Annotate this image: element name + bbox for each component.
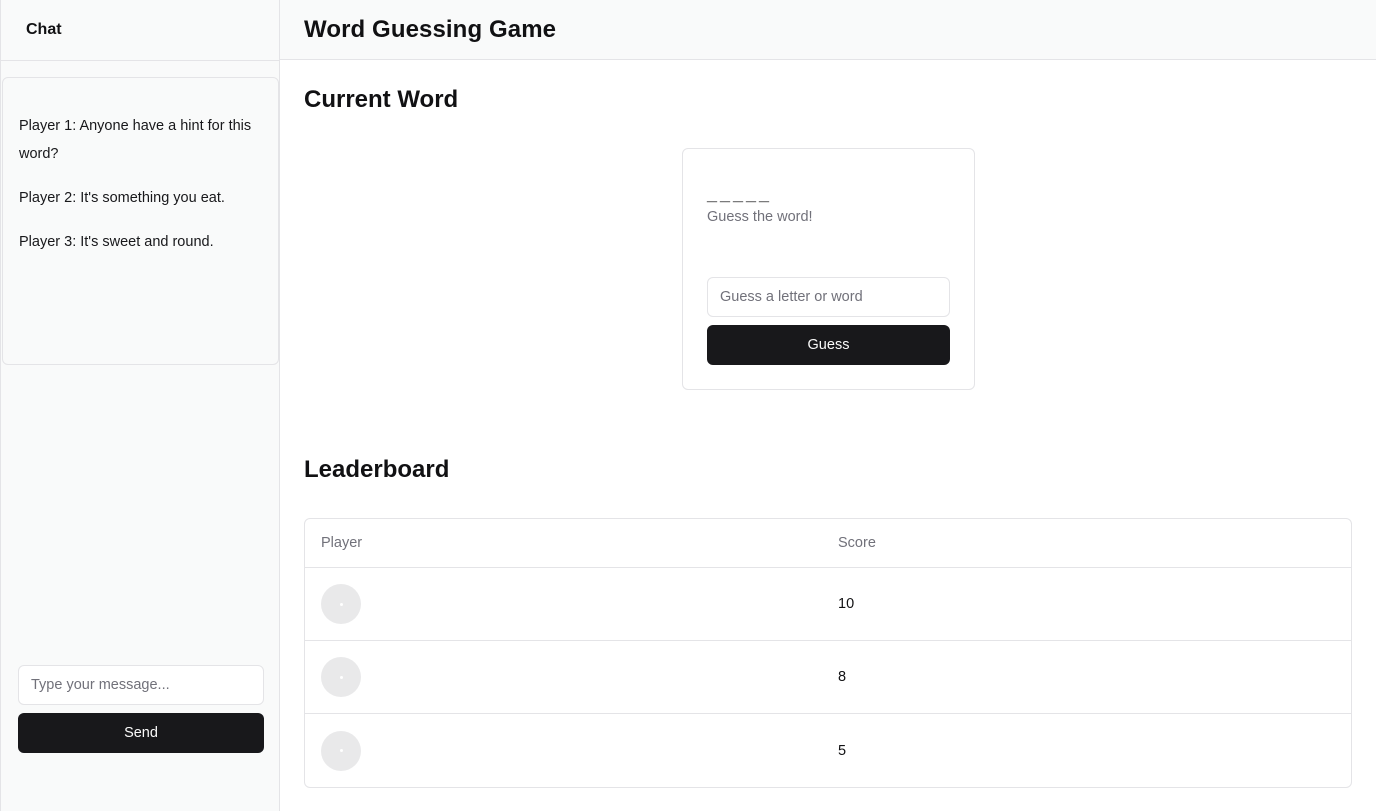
chat-title: Chat — [26, 21, 62, 38]
score-cell: 10 — [838, 596, 855, 612]
avatar — [321, 657, 361, 697]
guess-button[interactable]: Guess — [707, 325, 950, 365]
app-root: Chat Player 1: Anyone have a hint for th… — [0, 0, 1376, 811]
table-header-row: Player Score — [305, 519, 1351, 568]
chat-compose: Send — [18, 665, 264, 753]
chat-messages[interactable]: Player 1: Anyone have a hint for this wo… — [2, 77, 279, 365]
avatar-placeholder-icon — [339, 675, 343, 679]
table-row: 5 — [305, 714, 1351, 787]
current-word-heading: Current Word — [304, 86, 459, 113]
score-cell: 5 — [838, 742, 847, 759]
chat-message: Player 2: It's something you eat. — [19, 190, 225, 206]
leaderboard-heading: Leaderboard — [304, 456, 450, 483]
avatar-placeholder-icon — [339, 749, 343, 752]
top-bar: Word Guessing Game — [280, 0, 1376, 60]
word-card: _____ Guess the word! Guess — [682, 148, 975, 390]
column-header-player: Player — [321, 535, 363, 551]
player-cell — [305, 657, 838, 697]
avatar — [321, 584, 361, 624]
main-content: Word Guessing Game Current Word _____ Gu… — [280, 0, 1376, 811]
chat-sidebar: Chat Player 1: Anyone have a hint for th… — [0, 0, 280, 811]
player-cell — [305, 584, 838, 624]
table-row: 10 — [305, 568, 1351, 641]
chat-header: Chat — [1, 0, 279, 61]
table-row: 8 — [305, 641, 1351, 714]
avatar — [321, 730, 361, 771]
word-hint: Guess the word! — [707, 209, 813, 225]
chat-message: Player 3: It's sweet and round. — [19, 234, 214, 250]
leaderboard-table: Player Score 10 8 5 — [304, 518, 1352, 788]
page-title: Word Guessing Game — [304, 15, 557, 43]
chat-message: Player 1: Anyone have a hint for this wo… — [19, 118, 252, 162]
player-cell — [305, 730, 838, 771]
word-blanks: _____ — [707, 184, 773, 204]
chat-message-input[interactable] — [18, 665, 264, 705]
avatar-placeholder-icon — [339, 602, 343, 606]
guess-input[interactable] — [707, 277, 950, 317]
send-button[interactable]: Send — [18, 713, 264, 753]
score-cell: 8 — [838, 669, 847, 685]
column-header-score: Score — [838, 535, 876, 551]
